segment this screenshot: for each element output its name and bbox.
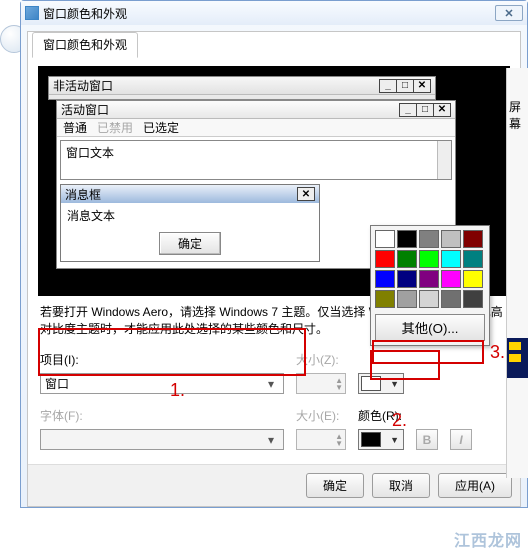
palette-swatch[interactable] xyxy=(375,250,395,268)
titlebar: 窗口颜色和外观 ✕ xyxy=(21,1,527,25)
msgbox-ok-button[interactable]: 确定 xyxy=(159,232,221,255)
palette-swatch[interactable] xyxy=(375,230,395,248)
chevron-down-icon: ▼ xyxy=(387,435,402,445)
min-icon: _ xyxy=(379,79,397,93)
palette-swatch[interactable] xyxy=(375,270,395,288)
chevron-down-icon: ▾ xyxy=(263,433,279,447)
tab-appearance[interactable]: 窗口颜色和外观 xyxy=(32,32,138,58)
size1-spinner: ▲▼ xyxy=(296,373,346,394)
palette-swatch[interactable] xyxy=(463,270,483,288)
size2-label: 大小(E): xyxy=(296,407,346,424)
appearance-icon xyxy=(25,6,39,20)
palette-swatch[interactable] xyxy=(375,290,395,308)
palette-swatch[interactable] xyxy=(419,290,439,308)
bold-button: B xyxy=(416,429,438,450)
active-window-title: 活动窗口 xyxy=(61,101,400,118)
preview-msgbox: 消息框 ✕ 消息文本 确定 xyxy=(60,184,320,262)
palette-grid xyxy=(375,230,485,308)
item-combo-value: 窗口 xyxy=(45,375,69,392)
scrollbar xyxy=(437,141,451,179)
chevron-down-icon: ▾ xyxy=(263,377,279,391)
max-icon: □ xyxy=(396,79,414,93)
form: 项目(I): 大小(Z): 窗口 ▾ ▲▼ ▼ 字体(F): 大小 xyxy=(40,349,508,451)
item-combo[interactable]: 窗口 ▾ xyxy=(40,373,284,394)
min-icon: _ xyxy=(399,103,417,117)
cancel-button[interactable]: 取消 xyxy=(372,473,430,498)
apply-button[interactable]: 应用(A) xyxy=(438,473,512,498)
menu-normal: 普通 xyxy=(63,119,87,136)
palette-swatch[interactable] xyxy=(419,250,439,268)
italic-button: I xyxy=(450,429,472,450)
close-icon: ✕ xyxy=(433,103,451,117)
palette-swatch[interactable] xyxy=(397,250,417,268)
max-icon: □ xyxy=(416,103,434,117)
size2-spinner: ▲▼ xyxy=(296,429,346,450)
close-button[interactable]: ✕ xyxy=(495,5,523,21)
font-label: 字体(F): xyxy=(40,407,284,424)
palette-swatch[interactable] xyxy=(463,250,483,268)
color1-swatch xyxy=(361,376,381,391)
background-window-peek: 屏幕 xyxy=(506,68,528,478)
font-combo: ▾ xyxy=(40,429,284,450)
palette-swatch[interactable] xyxy=(441,250,461,268)
close-icon: ✕ xyxy=(413,79,431,93)
preview-body: 窗口文本 xyxy=(60,140,452,180)
color1-button[interactable]: ▼ xyxy=(358,373,404,394)
dialog-buttons: 确定 取消 应用(A) xyxy=(28,464,520,506)
size1-label: 大小(Z): xyxy=(296,351,346,368)
palette-swatch[interactable] xyxy=(397,290,417,308)
dialog-title: 窗口颜色和外观 xyxy=(43,5,495,22)
menu-disabled: 已禁用 xyxy=(97,119,133,136)
palette-swatch[interactable] xyxy=(441,270,461,288)
ok-button[interactable]: 确定 xyxy=(306,473,364,498)
palette-swatch[interactable] xyxy=(463,290,483,308)
palette-swatch[interactable] xyxy=(463,230,483,248)
preview-menu: 普通 已禁用 已选定 xyxy=(57,119,455,137)
color2-button[interactable]: ▼ xyxy=(358,429,404,450)
window-text: 窗口文本 xyxy=(66,146,114,160)
color2-swatch xyxy=(361,432,381,447)
msgbox-title: 消息框 xyxy=(65,186,298,203)
side-label: 屏幕 xyxy=(507,68,528,132)
color-palette-popup: 其他(O)... xyxy=(370,225,490,346)
chevron-down-icon: ▼ xyxy=(387,379,402,389)
item-label: 项目(I): xyxy=(40,351,284,368)
palette-swatch[interactable] xyxy=(397,270,417,288)
watermark: 江西龙网 xyxy=(454,527,522,551)
close-icon: ✕ xyxy=(297,187,315,201)
preview-inactive-window: 非活动窗口 _ □ ✕ xyxy=(48,76,436,100)
palette-swatch[interactable] xyxy=(419,270,439,288)
palette-swatch[interactable] xyxy=(441,230,461,248)
palette-swatch[interactable] xyxy=(441,290,461,308)
palette-swatch[interactable] xyxy=(397,230,417,248)
other-color-button[interactable]: 其他(O)... xyxy=(375,314,485,341)
msgbox-text: 消息文本 xyxy=(61,203,319,230)
color2-label: 颜色(R): xyxy=(358,407,424,424)
inactive-window-title: 非活动窗口 xyxy=(53,77,380,94)
palette-swatch[interactable] xyxy=(419,230,439,248)
menu-selected: 已选定 xyxy=(143,119,179,136)
